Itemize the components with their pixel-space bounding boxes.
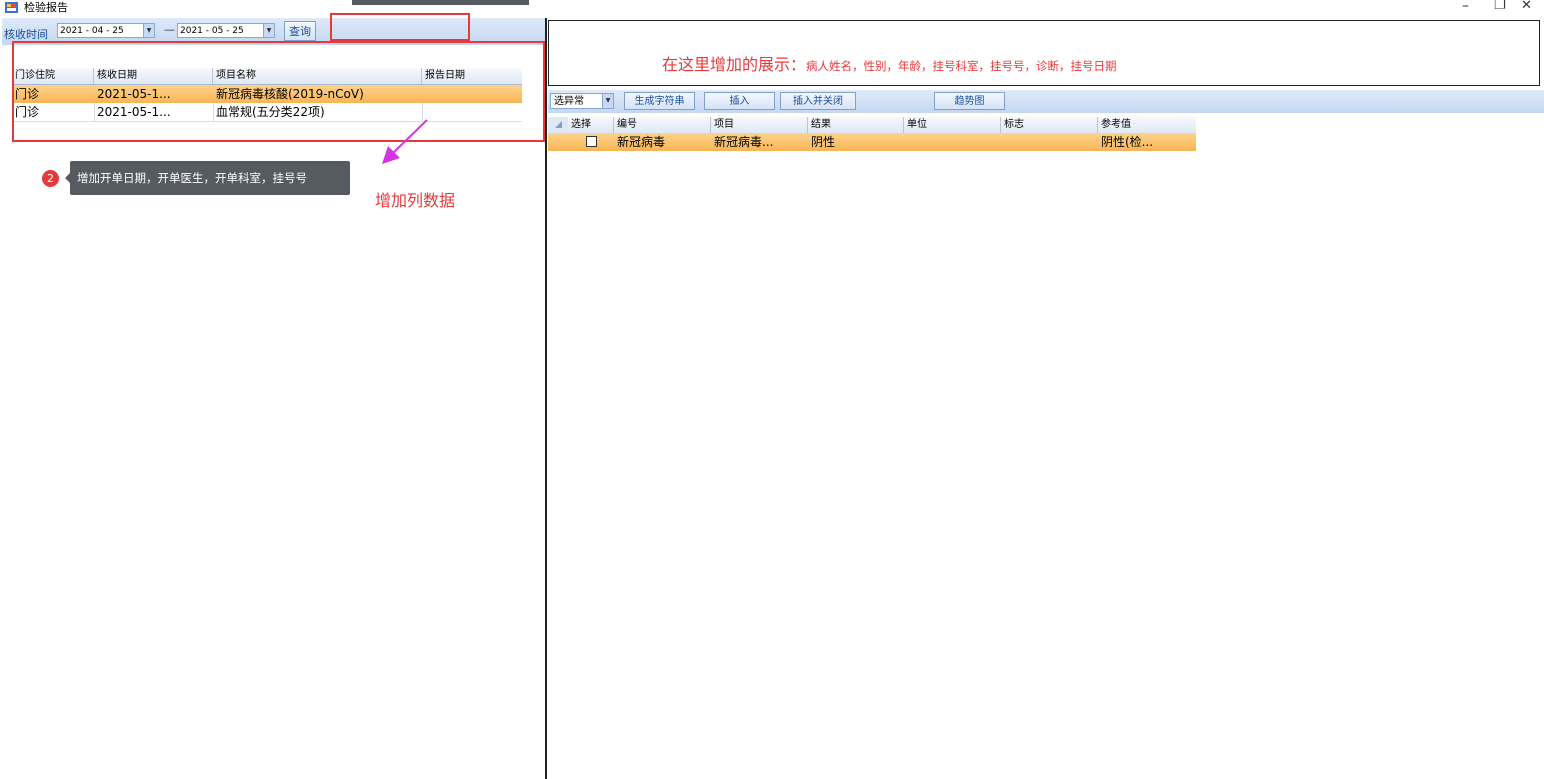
result-grid-header: 选择 编号 项目 结果 单位 标志 参考值 <box>548 117 1196 134</box>
table-cell <box>904 133 1001 151</box>
info-prefix: 在这里增加的展示： <box>662 55 807 74</box>
app-icon <box>5 2 18 13</box>
close-icon[interactable]: ✕ <box>1521 0 1532 14</box>
chevron-down-icon[interactable]: ▼ <box>602 94 613 108</box>
patient-info-annotation: 在这里增加的展示：病人姓名，性别，年龄，挂号科室，挂号号，诊断，挂号日期 <box>662 51 1117 75</box>
annotation-tooltip: 增加开单日期，开单医生，开单科室，挂号号 <box>65 161 350 195</box>
table-cell: 新冠病毒... <box>714 135 774 149</box>
date-separator: — <box>164 23 175 36</box>
table-row[interactable]: 新冠病毒 新冠病毒... 阴性 阴性(检... <box>548 133 1196 151</box>
filter-select-value: 选异常 <box>554 96 584 107</box>
column-header[interactable]: 标志 <box>1001 117 1098 133</box>
table-cell: 阴性(检... <box>1101 135 1154 149</box>
date-from-picker[interactable]: 2021 - 04 - 25 ▼ <box>57 23 155 38</box>
patient-info-box: 在这里增加的展示：病人姓名，性别，年龄，挂号科室，挂号号，诊断，挂号日期 <box>548 20 1540 86</box>
restore-icon[interactable]: ❐ <box>1494 0 1506 14</box>
insert-button[interactable]: 插入 <box>704 92 775 110</box>
column-header[interactable]: 编号 <box>614 117 711 133</box>
table-cell: 新冠病毒 <box>617 135 666 149</box>
right-toolbar: 选异常 ▼ 生成字符串 插入 插入并关闭 趋势图 <box>548 90 1544 113</box>
minimize-icon[interactable]: – <box>1462 0 1469 14</box>
step-badge: 2 <box>42 170 59 187</box>
window-title: 检验报告 <box>24 1 68 14</box>
info-fields: 病人姓名，性别，年龄，挂号科室，挂号号，诊断，挂号日期 <box>806 59 1117 73</box>
column-header[interactable]: 项目 <box>711 117 808 133</box>
column-header[interactable]: 选择 <box>568 117 614 133</box>
insert-close-button[interactable]: 插入并关闭 <box>780 92 856 110</box>
date-from-value: 2021 - 04 - 25 <box>60 26 124 36</box>
chevron-down-icon[interactable]: ▼ <box>143 24 154 37</box>
select-all-corner-icon[interactable] <box>548 117 568 133</box>
annotation-highlight-box <box>330 13 470 41</box>
column-header[interactable]: 参考值 <box>1098 117 1196 133</box>
column-header[interactable]: 单位 <box>904 117 1001 133</box>
overlay-strip <box>352 0 529 5</box>
add-columns-annotation: 增加列数据 <box>375 191 456 210</box>
date-to-value: 2021 - 05 - 25 <box>180 26 244 36</box>
trend-chart-button[interactable]: 趋势图 <box>934 92 1005 110</box>
annotation-highlight-box <box>12 41 545 142</box>
annotation-arrow-icon <box>382 119 428 164</box>
generate-string-button[interactable]: 生成字符串 <box>624 92 695 110</box>
time-label: 核收时间 <box>4 28 48 41</box>
window-titlebar: 检验报告 – ❐ ✕ <box>0 0 1544 16</box>
date-to-picker[interactable]: 2021 - 05 - 25 ▼ <box>177 23 275 38</box>
chevron-down-icon[interactable]: ▼ <box>263 24 274 37</box>
right-panel: 在这里增加的展示：病人姓名，性别，年龄，挂号科室，挂号号，诊断，挂号日期 选异常… <box>548 18 1544 779</box>
filter-select[interactable]: 选异常 ▼ <box>550 93 614 109</box>
column-header[interactable]: 结果 <box>808 117 904 133</box>
table-cell: 阴性 <box>811 135 836 149</box>
query-button[interactable]: 查询 <box>284 21 316 41</box>
table-cell <box>568 133 614 151</box>
table-cell <box>1001 133 1098 151</box>
